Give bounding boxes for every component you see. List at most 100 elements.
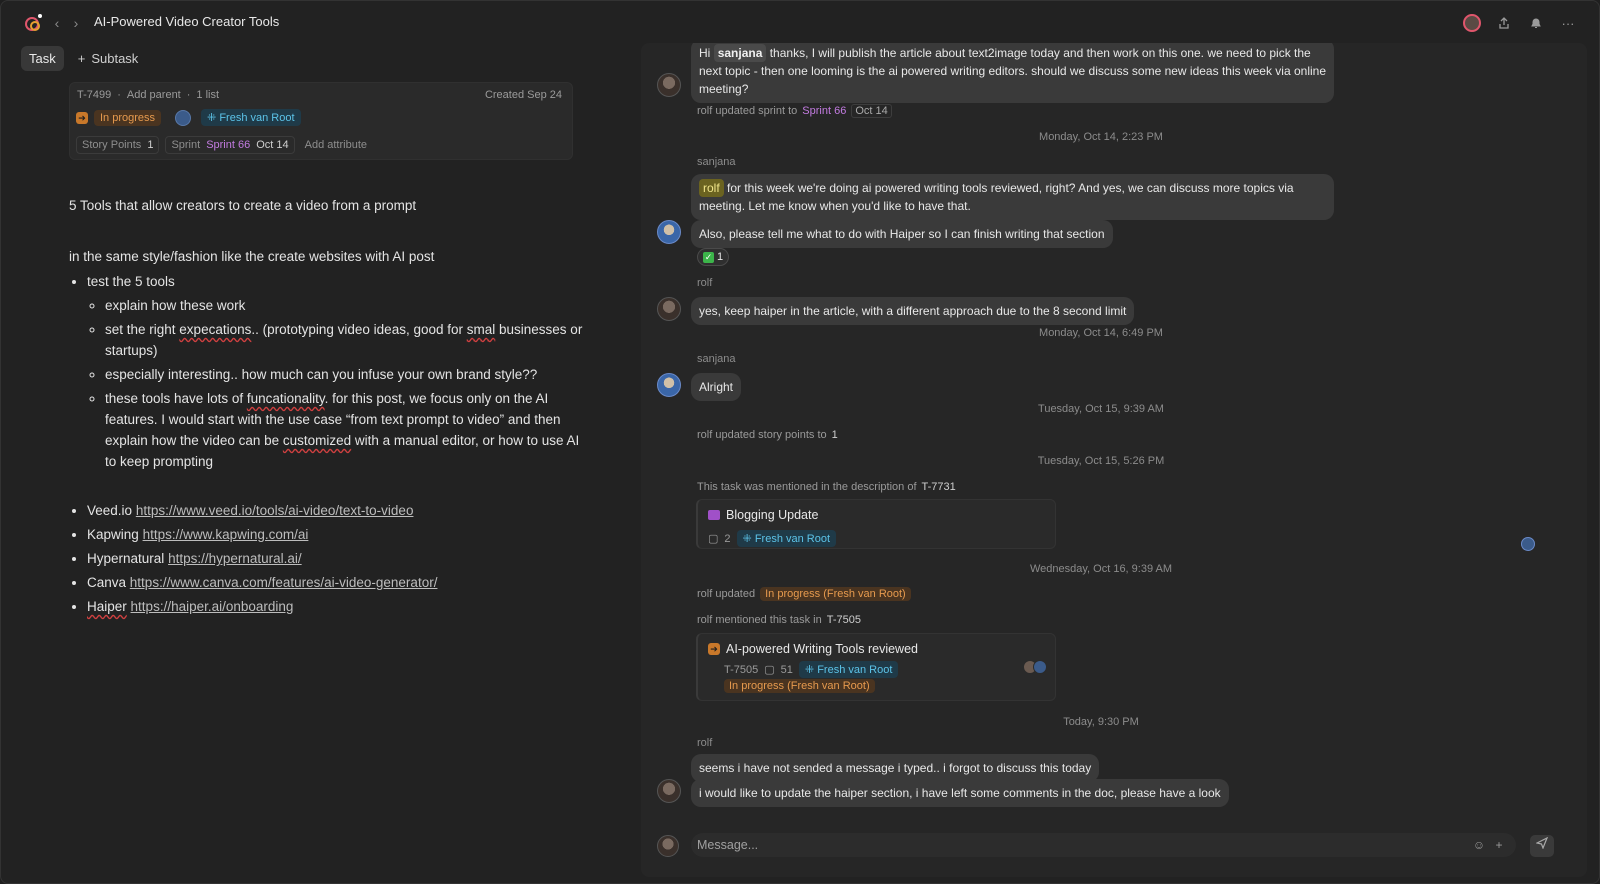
message-bubble[interactable]: seems i have not sended a message i type… [691,754,1100,782]
bell-icon[interactable] [1525,12,1547,34]
date-separator: Monday, Oct 14, 2:23 PM [1039,131,1163,143]
tool-name: Kapwing [87,527,139,542]
doc-intro: in the same style/fashion like the creat… [69,249,435,264]
avatar[interactable] [657,779,681,803]
story-points-label: Story Points [82,139,142,151]
message-input[interactable] [691,833,1451,857]
story-points-attr[interactable]: Story Points 1 [76,136,160,154]
tool-link[interactable]: https://hypernatural.ai/ [168,551,302,566]
system-event: rolf updated story points to 1 [697,429,838,441]
date-separator: Tuesday, Oct 15, 5:26 PM [1037,455,1165,467]
misspelled-word: expecations [179,322,252,337]
top-bar: ‹ › AI-Powered Video Creator Tools ··· [1,1,1599,45]
event-text: rolf updated [697,588,756,600]
task-link[interactable]: T-7505 [827,614,861,626]
task-pane: Task + Subtask T-7499 · Add parent · 1 l… [1,45,641,883]
send-icon [1535,836,1549,850]
list-item: Hypernatural https://hypernatural.ai/ [87,548,589,569]
created-date: Created Sep 24 [484,89,562,101]
share-icon[interactable] [1493,12,1515,34]
tool-link[interactable]: https://www.canva.com/features/ai-video-… [130,575,438,590]
system-event: rolf mentioned this task in T-7505 [697,614,861,626]
text-span: set the right [105,322,180,337]
status-badge[interactable]: In progress [94,109,162,126]
text-span: these tools have lots of [105,391,247,406]
message-bubble[interactable]: Alright [691,373,742,401]
tool-link[interactable]: https://www.veed.io/tools/ai-video/text-… [136,503,414,518]
tool-link[interactable]: https://haiper.ai/onboarding [131,599,294,614]
forward-icon[interactable]: › [66,13,86,33]
add-subtask-button[interactable]: + Subtask [72,46,145,71]
assignee-avatars [1023,660,1047,674]
message-bubble[interactable]: Hi sanjana thanks, I will publish the ar… [691,43,1334,103]
tool-link[interactable]: https://www.kapwing.com/ai [143,527,309,542]
assignee-avatar[interactable] [175,109,192,126]
message-bubble[interactable]: yes, keep haiper in the article, with a … [691,297,1135,325]
send-button[interactable] [1530,835,1554,857]
blog-icon [708,510,720,520]
add-attribute-button[interactable]: Add attribute [305,139,367,151]
team-badge[interactable]: ⁜ Fresh van Root [736,530,837,547]
reaction-chip[interactable]: ✓ 1 [697,248,730,266]
team-label: Fresh van Root [219,112,295,124]
emoji-icon[interactable]: ☺ [1471,837,1487,853]
system-event: This task was mentioned in the descripti… [697,481,956,493]
user-avatar[interactable] [1461,12,1483,34]
lists-link[interactable]: 1 list [196,89,219,101]
more-icon[interactable]: ··· [1557,12,1579,34]
list-item: set the right expecations.. (prototyping… [105,319,589,361]
sender-name: rolf [697,277,713,289]
event-text: rolf mentioned this task in [697,614,822,626]
reaction-count: 1 [717,251,724,263]
add-icon[interactable]: + [1491,837,1507,853]
avatar[interactable] [657,297,681,321]
event-text: rolf updated sprint to [697,105,798,117]
comment-icon: ▢ [764,664,775,676]
tool-name: Canva [87,575,127,590]
task-description[interactable]: 5 Tools that allow creators to create a … [69,195,589,620]
sprint-attr[interactable]: Sprint Sprint 66 Oct 14 [165,136,295,154]
mention-name: sanjana [717,46,763,60]
activity-pane: Hi sanjana thanks, I will publish the ar… [641,43,1587,877]
message-bubble[interactable]: i would like to update the haiper sectio… [691,779,1229,807]
sprint-date: Oct 14 [256,139,289,151]
back-icon[interactable]: ‹ [47,13,67,33]
bullet-text: test the 5 tools [87,274,175,289]
date-separator: Tuesday, Oct 15, 9:39 AM [1038,403,1164,415]
mention-chip[interactable]: rolf [699,179,724,197]
tool-name: Veed.io [87,503,133,518]
team-badge[interactable]: ⁜ Fresh van Root [201,109,301,126]
message-bubble[interactable]: Also, please tell me what to do with Hai… [691,220,1113,248]
list-item: Veed.io https://www.veed.io/tools/ai-vid… [87,500,589,521]
team-badge[interactable]: ⁜ Fresh van Root [798,661,899,678]
task-id[interactable]: T-7499 [77,89,111,101]
page-title: AI-Powered Video Creator Tools [94,14,280,29]
linked-task-card[interactable]: ➔ AI-powered Writing Tools reviewed T-750… [696,633,1056,701]
card-title: Blogging Update [726,508,819,522]
misspelled-word: smal [466,322,496,337]
my-avatar [657,835,679,857]
team-label: Fresh van Root [817,664,893,676]
task-link[interactable]: T-7731 [922,481,956,493]
text-span: .. (prototyping video ideas, good for [251,322,467,337]
avatar[interactable] [657,373,681,397]
sender-name: sanjana [697,156,736,168]
avatar[interactable] [657,73,681,97]
message-composer: ☺ + [691,833,1516,857]
tab-task[interactable]: Task [21,46,64,71]
message-bubble[interactable]: rolf for this week we're doing ai powere… [691,174,1334,220]
sender-name: rolf [697,737,713,749]
message-text: for this week we're doing ai powered wri… [699,181,1294,213]
mention-chip[interactable]: sanjana [713,44,767,62]
message-text: Hi [699,46,711,60]
read-receipt-avatar [1521,537,1535,551]
sprint-link[interactable]: Sprint 66 [802,105,846,117]
message-text: thanks, I will publish the article about… [699,46,1326,96]
add-parent-link[interactable]: Add parent [127,89,181,101]
avatar[interactable] [657,220,681,244]
list-item: test the 5 tools explain how these work … [87,271,589,472]
date-chip: Oct 14 [851,104,892,118]
list-item: Canva https://www.canva.com/features/ai-… [87,572,589,593]
app-logo-icon[interactable] [25,13,43,33]
linked-task-card[interactable]: Blogging Update ▢ 2 ⁜ Fresh van Root [696,499,1056,549]
